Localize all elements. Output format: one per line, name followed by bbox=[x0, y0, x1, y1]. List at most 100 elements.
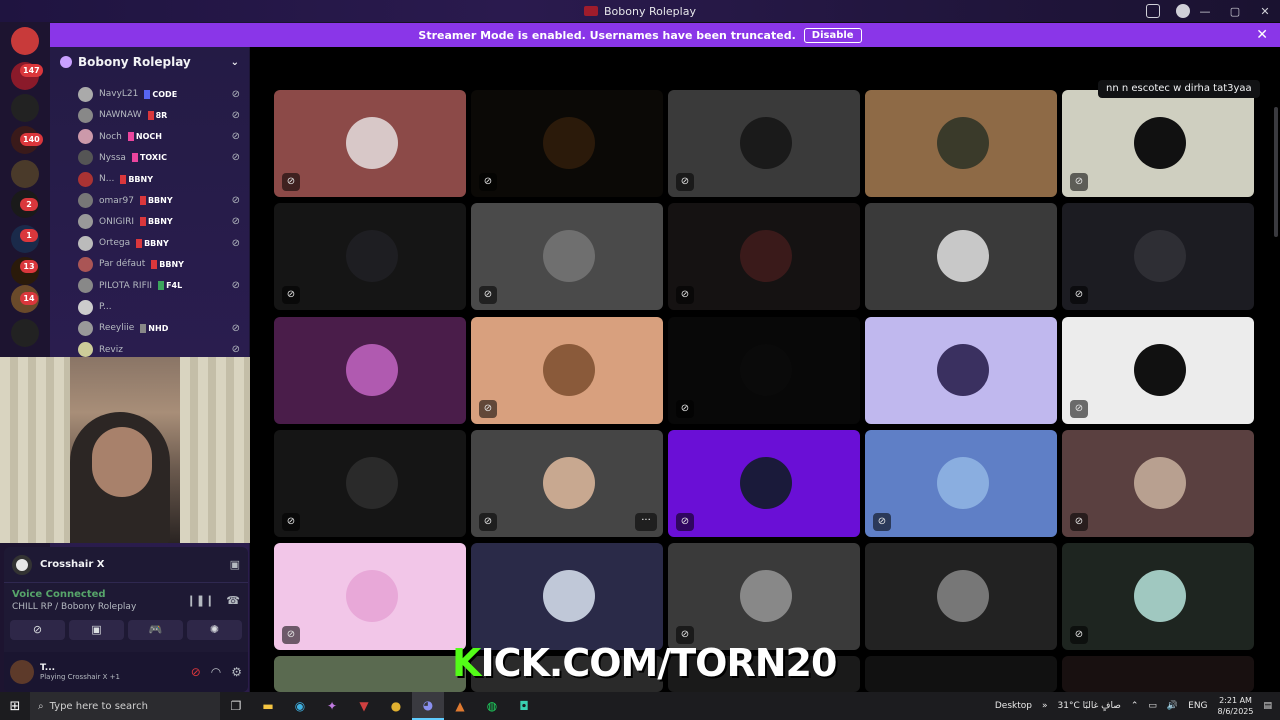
video-tile[interactable]: ⊘ bbox=[274, 90, 466, 197]
edge-icon[interactable]: ◉ bbox=[284, 692, 316, 720]
gear-icon[interactable]: ⚙ bbox=[231, 665, 242, 679]
video-tile[interactable]: ⊘ bbox=[865, 430, 1057, 537]
headphones-icon[interactable]: ◠ bbox=[211, 665, 221, 679]
maximize-icon[interactable]: ▢ bbox=[1220, 5, 1250, 18]
video-tile[interactable]: ⊘ bbox=[668, 203, 860, 310]
voice-connected-label[interactable]: Voice Connected bbox=[12, 589, 136, 600]
video-tile[interactable]: ⊘ bbox=[668, 430, 860, 537]
video-tile[interactable]: ⊘ bbox=[668, 90, 860, 197]
app-icon[interactable]: ▼ bbox=[348, 692, 380, 720]
video-tile[interactable]: ⊘ bbox=[274, 543, 466, 650]
camera-off-icon[interactable]: ⊘ bbox=[10, 620, 65, 640]
avatar bbox=[78, 320, 93, 336]
avatar bbox=[78, 342, 93, 358]
video-tile[interactable] bbox=[1062, 656, 1254, 692]
video-tile[interactable]: ⊘ bbox=[1062, 90, 1254, 197]
clock[interactable]: 2:21 AM 8/6/2025 bbox=[1218, 695, 1254, 717]
window-title-text: Bobony Roleplay bbox=[604, 4, 696, 18]
file-explorer-icon[interactable]: ▬ bbox=[252, 692, 284, 720]
video-tile[interactable]: ⊘ bbox=[1062, 317, 1254, 424]
video-tile[interactable] bbox=[865, 317, 1057, 424]
server-header[interactable]: Bobony Roleplay ⌄ bbox=[50, 47, 249, 77]
muted-icon: ⊘ bbox=[282, 513, 300, 531]
video-tile[interactable]: ⊘ bbox=[1062, 203, 1254, 310]
disable-button[interactable]: Disable bbox=[803, 27, 862, 43]
voice-member[interactable]: ONIGIRI BBNY ⊘ bbox=[78, 212, 240, 232]
video-tile[interactable] bbox=[274, 656, 466, 692]
video-tile[interactable]: ⊘ bbox=[471, 203, 663, 310]
video-tile[interactable] bbox=[865, 90, 1057, 197]
activities-icon[interactable]: 🎮 bbox=[128, 620, 183, 640]
avatar[interactable] bbox=[10, 660, 34, 684]
video-tile[interactable] bbox=[865, 543, 1057, 650]
task-view-icon[interactable]: ❐ bbox=[220, 692, 252, 720]
spotify-icon[interactable]: ◍ bbox=[476, 692, 508, 720]
voice-member[interactable]: Nyssa TOXIC ⊘ bbox=[78, 148, 240, 168]
screen-share-icon[interactable]: ▣ bbox=[230, 558, 240, 571]
minimize-icon[interactable]: — bbox=[1190, 5, 1220, 18]
close-window-icon[interactable]: ✕ bbox=[1250, 5, 1280, 18]
voice-member[interactable]: NavyL21 CODE ⊘ bbox=[78, 84, 240, 104]
server-icon[interactable] bbox=[11, 94, 39, 122]
direct-messages-icon[interactable] bbox=[11, 27, 39, 55]
close-banner-icon[interactable]: ✕ bbox=[1256, 27, 1268, 43]
noise-suppression-icon[interactable]: ❙❚❙ bbox=[187, 594, 215, 607]
chevron-icon[interactable]: » bbox=[1042, 701, 1048, 711]
share-screen-icon[interactable]: ▣ bbox=[69, 620, 124, 640]
volume-icon[interactable]: 🔊 bbox=[1167, 701, 1178, 711]
disconnect-icon[interactable]: ☎ bbox=[226, 594, 240, 607]
scrollbar[interactable] bbox=[1274, 107, 1278, 237]
discord-icon[interactable]: ◕ bbox=[412, 692, 444, 720]
mute-mic-icon[interactable]: ⊘ bbox=[191, 665, 201, 679]
chrome-icon[interactable]: ● bbox=[380, 692, 412, 720]
video-tile[interactable] bbox=[274, 317, 466, 424]
video-tile[interactable]: ⊘ bbox=[471, 317, 663, 424]
screen: Bobony Roleplay — ▢ ✕ Streamer Mode is e… bbox=[0, 0, 1280, 720]
muted-icon: ⊘ bbox=[676, 513, 694, 531]
server-icon[interactable] bbox=[11, 319, 39, 347]
member-name: Par défaut bbox=[99, 259, 146, 270]
inbox-icon[interactable] bbox=[1146, 4, 1160, 18]
muted-icon: ⊘ bbox=[1070, 513, 1088, 531]
voice-member[interactable]: NAWNAW 8R ⊘ bbox=[78, 105, 240, 125]
video-tile[interactable] bbox=[471, 543, 663, 650]
soundboard-icon[interactable]: ✺ bbox=[187, 620, 242, 640]
video-tile[interactable]: ⊘ ··· bbox=[471, 430, 663, 537]
video-tile[interactable] bbox=[865, 203, 1057, 310]
windows-start-icon[interactable]: ⊞ bbox=[0, 699, 30, 714]
video-tile[interactable]: ⊘ bbox=[668, 543, 860, 650]
video-tile[interactable]: ⊘ bbox=[471, 90, 663, 197]
notifications-icon[interactable]: ▤ bbox=[1263, 701, 1272, 711]
voice-member[interactable]: N... BBNY bbox=[78, 169, 240, 189]
voice-channel-label[interactable]: CHILL RP / Bobony Roleplay bbox=[12, 602, 136, 612]
streamer-face bbox=[92, 427, 152, 497]
weather-label[interactable]: 31°C صافٍ غالبًا bbox=[1058, 701, 1121, 711]
voice-member[interactable]: omar97 BBNY ⊘ bbox=[78, 191, 240, 211]
voice-member[interactable]: P... bbox=[78, 297, 240, 317]
app-icon[interactable]: ▲ bbox=[444, 692, 476, 720]
video-tile[interactable]: ⊘ bbox=[1062, 543, 1254, 650]
language-label[interactable]: ENG bbox=[1188, 701, 1207, 711]
video-tile[interactable]: ⊘ bbox=[274, 430, 466, 537]
help-icon[interactable] bbox=[1176, 4, 1190, 18]
desktop-label[interactable]: Desktop bbox=[995, 701, 1032, 711]
more-options-icon[interactable]: ··· bbox=[635, 513, 657, 531]
video-tile[interactable]: ⊘ bbox=[1062, 430, 1254, 537]
copilot-icon[interactable]: ✦ bbox=[316, 692, 348, 720]
video-tile[interactable]: ⊘ bbox=[668, 317, 860, 424]
server-icon[interactable] bbox=[11, 160, 39, 188]
voice-member[interactable]: PILOTA RIFII F4L ⊘ bbox=[78, 276, 240, 296]
voice-member[interactable]: Noch NOCH ⊘ bbox=[78, 127, 240, 147]
chevron-down-icon[interactable]: ⌄ bbox=[231, 57, 239, 68]
network-icon[interactable]: ▭ bbox=[1148, 701, 1157, 711]
voice-member[interactable]: Par défaut BBNY bbox=[78, 254, 240, 274]
voice-member[interactable]: Reeyliie NHD ⊘ bbox=[78, 318, 240, 338]
video-tile[interactable] bbox=[865, 656, 1057, 692]
user-status: Playing Crosshair X bbox=[40, 673, 108, 681]
tray-overflow-icon[interactable]: ⌃ bbox=[1131, 701, 1139, 711]
voice-member[interactable]: Ortega BBNY ⊘ bbox=[78, 233, 240, 253]
taskbar-search[interactable]: ⌕ Type here to search bbox=[30, 692, 220, 720]
app-icon[interactable]: ◘ bbox=[508, 692, 540, 720]
video-tile[interactable]: ⊘ bbox=[274, 203, 466, 310]
member-name: NavyL21 bbox=[99, 89, 139, 99]
